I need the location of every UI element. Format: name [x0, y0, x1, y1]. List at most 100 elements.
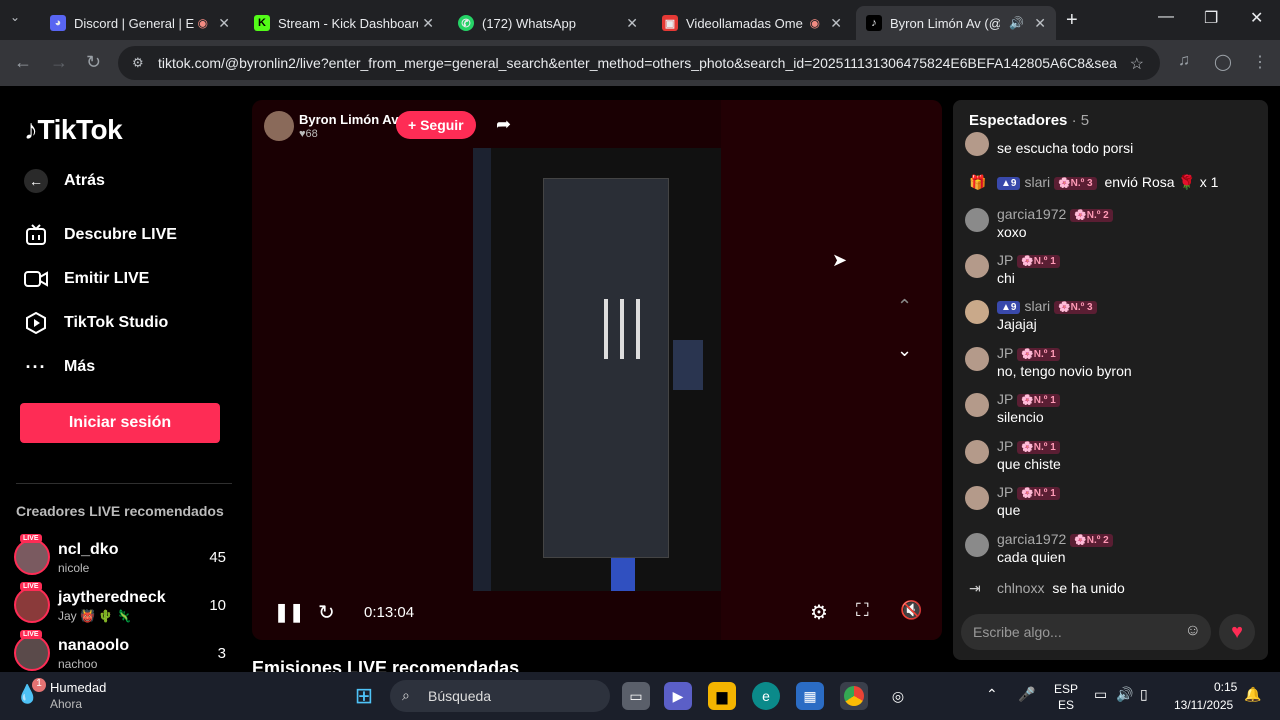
nav-tiktok-studio[interactable]: TikTok Studio: [24, 311, 168, 335]
language[interactable]: ESP: [1054, 682, 1078, 696]
search-icon: ⌕: [402, 687, 410, 703]
taskbar-search[interactable]: ⌕ Búsqueda: [390, 680, 610, 712]
microphone-icon[interactable]: 🎤: [1018, 686, 1035, 703]
back-arrow-icon: ←: [24, 169, 48, 193]
live-badge: LIVE: [20, 630, 42, 639]
volume-icon[interactable]: 🔊: [1116, 686, 1133, 703]
back-icon[interactable]: ←: [14, 52, 32, 73]
host-avatar[interactable]: [264, 111, 294, 141]
new-tab-icon[interactable]: +: [1066, 9, 1078, 32]
menu-dots-icon[interactable]: ⋮: [1252, 52, 1268, 72]
notification-badge: 1: [32, 678, 46, 692]
section-title: Emisiones LIVE recomendadas: [252, 658, 520, 672]
share-icon[interactable]: ➦: [496, 114, 511, 135]
follow-button[interactable]: + Seguir: [396, 111, 476, 139]
file-explorer-icon[interactable]: ▆: [708, 682, 736, 710]
stream-video: [473, 148, 721, 591]
close-icon[interactable]: ✕: [830, 15, 842, 32]
teams-icon[interactable]: ▶: [664, 682, 692, 710]
nav-back[interactable]: ← Atrás: [24, 169, 105, 193]
creator-item[interactable]: LIVE nanaoolo nachoo 3: [14, 630, 226, 672]
forward-icon[interactable]: →: [50, 52, 68, 73]
chrome-icon[interactable]: [840, 682, 868, 710]
creator-item[interactable]: LIVE ncl_dko nicole 45: [14, 534, 226, 577]
clock-date[interactable]: 13/11/2025: [1174, 698, 1233, 712]
windows-start-icon[interactable]: ⊞: [350, 682, 378, 710]
reload-icon[interactable]: ↻: [86, 52, 101, 73]
viewers-title[interactable]: Espectadores · 5: [969, 112, 1089, 129]
fan-badge: 🌸N.º 1: [1017, 393, 1060, 407]
minimize-icon[interactable]: —: [1158, 8, 1174, 26]
tray-chevron-icon[interactable]: ⌃: [986, 686, 998, 703]
close-icon[interactable]: ✕: [422, 15, 434, 32]
tab-whatsapp[interactable]: ✆ (172) WhatsApp ✕: [448, 6, 648, 40]
tiktok-logo[interactable]: ♪TikTok: [24, 114, 123, 146]
chevron-down-icon[interactable]: ⌄: [897, 340, 912, 361]
chat-input[interactable]: Escribe algo... ☺: [961, 614, 1211, 650]
level-badge: ▲9: [997, 176, 1021, 190]
obs-icon[interactable]: ◎: [884, 682, 912, 710]
tab-search-icon[interactable]: ⌄: [10, 10, 32, 30]
media-icon[interactable]: ♫: [1178, 52, 1190, 70]
site-info-icon[interactable]: ⚙: [132, 55, 144, 71]
tab-tiktok[interactable]: ♪ Byron Limón Av (@by 🔊 ✕: [856, 6, 1056, 40]
nav-mas[interactable]: ··· Más: [24, 355, 96, 379]
battery-icon[interactable]: ▯: [1140, 686, 1148, 703]
chat-message: garcia1972 🌸N.º 2 cada quien: [965, 531, 1260, 571]
close-icon[interactable]: ✕: [1034, 15, 1046, 32]
browser-tab-bar: ⌄ ◕ Discord | General | El ◉ ✕ K Stream …: [0, 0, 1280, 40]
tiktok-note-icon: ♪: [24, 114, 38, 145]
task-view-icon[interactable]: ▭: [622, 682, 650, 710]
chat-message: se escucha todo porsi: [965, 130, 1260, 158]
video-taskbar-strip: [473, 148, 491, 591]
avatar: [965, 300, 989, 324]
pause-icon[interactable]: ❚❚: [274, 602, 304, 623]
muted-icon[interactable]: 🔇: [900, 600, 922, 621]
creator-item[interactable]: LIVE jaytheredneck Jay 👹 🌵 🦎 10: [14, 582, 226, 625]
chevron-up-icon[interactable]: ⌃: [897, 296, 912, 317]
bookmark-star-icon[interactable]: ☆: [1130, 54, 1144, 74]
live-player[interactable]: Byron Limón Av ♥68 + Seguir ➦ ⌃ ⌄ ❚❚ ↻ 0…: [252, 100, 942, 640]
avatar: [14, 635, 50, 671]
nav-emitir-live[interactable]: Emitir LIVE: [24, 267, 149, 291]
like-heart-button[interactable]: ♥: [1219, 614, 1255, 650]
fan-badge: 🌸N.º 3: [1054, 176, 1097, 190]
video-blue-block: [611, 558, 635, 591]
bell-icon[interactable]: 🔔: [1244, 686, 1261, 703]
level-badge: ▲9: [997, 300, 1021, 314]
login-button[interactable]: Iniciar sesión: [20, 403, 220, 443]
url-field[interactable]: ⚙ tiktok.com/@byronlin2/live?enter_from_…: [118, 46, 1160, 80]
elapsed-time: 0:13:04: [364, 604, 415, 621]
tab-discord[interactable]: ◕ Discord | General | El ◉ ✕: [40, 6, 240, 40]
close-icon[interactable]: ✕: [626, 15, 638, 32]
speaker-icon[interactable]: 🔊: [1009, 16, 1024, 30]
close-icon[interactable]: ✕: [218, 15, 230, 32]
profile-icon[interactable]: ◯: [1214, 52, 1232, 72]
avatar: [965, 254, 989, 278]
tab-kick[interactable]: K Stream - Kick Dashboard ✕: [244, 6, 444, 40]
recording-icon: ◉: [197, 16, 208, 30]
settings-icon[interactable]: ⚙: [810, 600, 828, 625]
nav-descubre-live[interactable]: Descubre LIVE: [24, 223, 177, 247]
refresh-icon[interactable]: ↻: [318, 600, 335, 625]
clock-time[interactable]: 0:15: [1214, 680, 1237, 694]
fullscreen-icon[interactable]: ⛶: [856, 600, 869, 621]
heart-icon: ♥: [1231, 620, 1243, 643]
weather-title[interactable]: Humedad: [50, 680, 106, 695]
tab-ome[interactable]: ▣ Videollamadas Ome ◉ ✕: [652, 6, 852, 40]
fan-badge: 🌸N.º 3: [1054, 300, 1097, 314]
edge-icon[interactable]: e: [752, 682, 780, 710]
chat-panel: Espectadores · 5 se escucha todo porsi 🎁…: [953, 100, 1268, 660]
restore-icon[interactable]: ❐: [1204, 8, 1218, 28]
avatar: [965, 208, 989, 232]
chat-message: JP 🌸N.º 1 que chiste: [965, 438, 1260, 478]
network-icon[interactable]: ▭: [1094, 686, 1107, 703]
likes-count: ♥68: [299, 128, 318, 140]
whatsapp-icon: ✆: [458, 15, 474, 31]
chat-message: garcia1972 🌸N.º 2 xoxo: [965, 206, 1260, 246]
close-window-icon[interactable]: ✕: [1250, 8, 1263, 28]
avatar: [14, 539, 50, 575]
host-name[interactable]: Byron Limón Av: [299, 112, 398, 127]
emoji-icon[interactable]: ☺: [1185, 622, 1201, 640]
store-icon[interactable]: ▦: [796, 682, 824, 710]
